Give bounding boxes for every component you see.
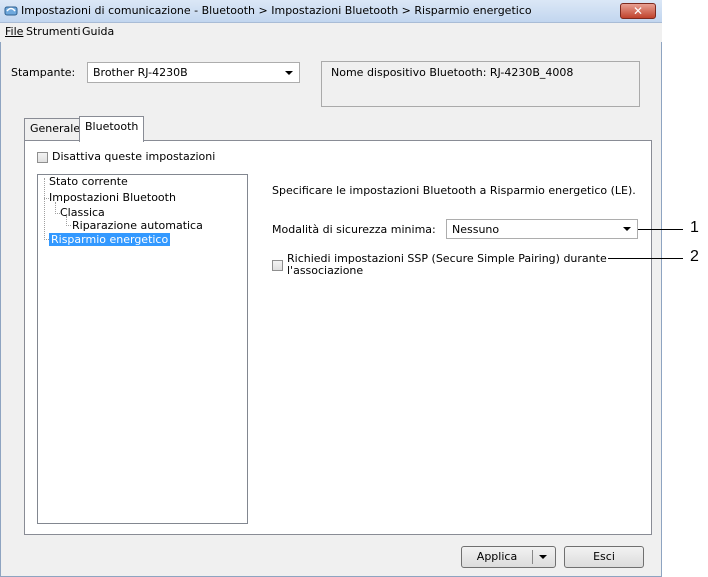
split-divider [532, 550, 533, 564]
callout-line-2 [608, 258, 683, 259]
menu-bar: File Strumenti Guida [0, 23, 662, 42]
tab-general-label: Generale [30, 122, 81, 135]
tree-item-current-status[interactable]: Stato corrente [49, 175, 128, 188]
tree-item-bluetooth-settings[interactable]: Impostazioni Bluetooth [49, 191, 176, 204]
printer-select-value: Brother RJ-4230B [93, 66, 188, 79]
printer-select[interactable]: Brother RJ-4230B [87, 62, 300, 83]
window-title: Impostazioni di comunicazione - Bluetoot… [21, 4, 532, 17]
exit-button-label: Esci [593, 550, 615, 563]
tab-bluetooth-label: Bluetooth [85, 120, 139, 133]
settings-tree: Stato corrente Impostazioni Bluetooth Cl… [37, 174, 248, 524]
ssp-checkbox[interactable] [272, 260, 283, 271]
menu-tools[interactable]: Strumenti [26, 25, 81, 38]
menu-help[interactable]: Guida [82, 25, 114, 38]
chevron-down-icon [285, 70, 293, 75]
tree-item-auto-repair[interactable]: Riparazione automatica [72, 219, 203, 232]
tree-connector [44, 178, 45, 240]
security-mode-label: Modalità di sicurezza minima: [272, 223, 436, 236]
chevron-down-icon [623, 227, 631, 231]
apply-button-label: Applica [476, 550, 518, 563]
printer-label: Stampante: [11, 66, 76, 79]
callout-number-1: 1 [690, 219, 699, 236]
description-text: Specificare le impostazioni Bluetooth a … [272, 184, 636, 197]
security-mode-value: Nessuno [452, 223, 500, 236]
tree-connector [66, 225, 71, 226]
close-icon: ✕ [632, 4, 644, 18]
chevron-down-icon[interactable] [539, 555, 547, 559]
security-mode-select[interactable]: Nessuno [446, 219, 638, 239]
close-button[interactable]: ✕ [620, 3, 656, 19]
ssp-label-line2: l'associazione [287, 264, 364, 277]
title-bar: Impostazioni di comunicazione - Bluetoot… [0, 0, 662, 23]
exit-button[interactable]: Esci [564, 546, 644, 568]
tab-bluetooth[interactable]: Bluetooth [79, 116, 145, 142]
apply-button[interactable]: Applica [461, 546, 556, 568]
disable-settings-checkbox[interactable] [37, 152, 48, 163]
tab-general[interactable]: Generale [24, 118, 87, 140]
device-name-text: Nome dispositivo Bluetooth: RJ-4230B_400… [331, 66, 574, 79]
tree-item-energy-saving[interactable]: Risparmio energetico [49, 233, 171, 246]
disable-settings-label: Disattiva queste impostazioni [52, 150, 216, 163]
menu-file[interactable]: File [5, 25, 23, 38]
callout-line-1 [638, 229, 683, 230]
app-icon [4, 6, 18, 16]
device-name-box: Nome dispositivo Bluetooth: RJ-4230B_400… [321, 61, 640, 107]
tree-item-classic[interactable]: Classica [60, 206, 105, 219]
callout-number-2: 2 [690, 248, 699, 265]
